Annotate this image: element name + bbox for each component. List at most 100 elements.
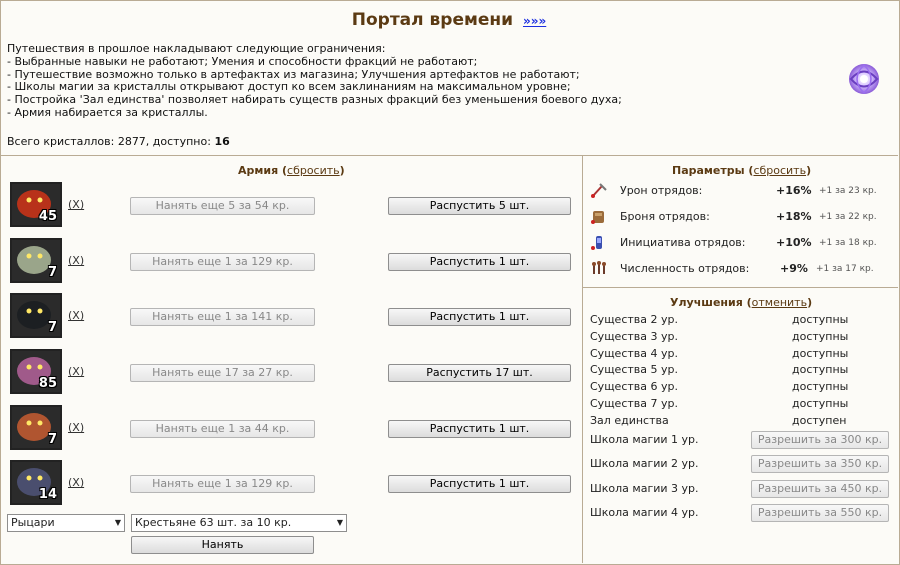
unlock-school-button[interactable]: Разрешить за 550 кр. bbox=[751, 504, 889, 522]
creature-count: 85 bbox=[38, 376, 57, 391]
upgrades-title-text: Улучшения bbox=[670, 296, 743, 309]
dismiss-button[interactable]: Распустить 17 шт. bbox=[388, 364, 571, 382]
param-row: Численность отрядов: +9% +1 за 17 кр. bbox=[590, 259, 890, 279]
params-title: Параметры (сбросить) bbox=[672, 164, 812, 177]
page-title-text: Портал времени bbox=[351, 10, 514, 30]
params-title-text: Параметры bbox=[672, 164, 745, 177]
crystal-available-count: 16 bbox=[214, 135, 230, 148]
upgrade-row: Существа 5 ур. доступны bbox=[590, 363, 890, 379]
upgrade-status: доступны bbox=[792, 363, 849, 377]
chevron-down-icon: ▼ bbox=[114, 518, 121, 527]
creature-portrait[interactable]: 45 bbox=[10, 182, 62, 227]
upgrade-row: Зал единства доступен bbox=[590, 414, 890, 430]
army-reset-link[interactable]: сбросить bbox=[287, 164, 340, 177]
param-cost-link[interactable]: +1 за 17 кр. bbox=[816, 264, 874, 274]
upgrade-label: Существа 4 ур. bbox=[590, 346, 678, 360]
param-cost-link[interactable]: +1 за 23 кр. bbox=[819, 186, 877, 196]
magic-school-label: Школа магии 4 ур. bbox=[590, 506, 699, 519]
dismiss-button[interactable]: Распустить 1 шт. bbox=[388, 420, 571, 438]
unit-select[interactable]: Крестьяне 63 шт. за 10 кр. ▼ bbox=[131, 514, 347, 532]
hire-button[interactable]: Нанять bbox=[131, 536, 314, 554]
upgrade-status: доступны bbox=[792, 380, 849, 394]
army-row: 14 (X) Нанять еще 1 за 129 кр. Распустит… bbox=[10, 460, 571, 508]
upgrade-row: Существа 4 ур. доступны bbox=[590, 347, 890, 363]
army-row: 7 (X) Нанять еще 1 за 44 кр. Распустить … bbox=[10, 405, 571, 453]
army-title: Армия (сбросить) bbox=[238, 164, 345, 177]
creature-shape bbox=[17, 246, 51, 274]
chevron-down-icon: ▼ bbox=[336, 518, 343, 527]
remove-unit-link[interactable]: (X) bbox=[68, 421, 84, 434]
dismiss-button[interactable]: Распустить 5 шт. bbox=[388, 197, 571, 215]
creature-shape bbox=[17, 413, 51, 441]
intro-line: - Армия набирается за кристаллы. bbox=[7, 105, 208, 119]
remove-unit-link[interactable]: (X) bbox=[68, 254, 84, 267]
param-label: Инициатива отрядов: bbox=[620, 236, 746, 249]
sword-icon bbox=[590, 183, 608, 199]
divider bbox=[582, 155, 583, 563]
upgrade-row: Существа 6 ур. доступны bbox=[590, 380, 890, 396]
upgrade-status: доступны bbox=[792, 397, 849, 410]
upgrade-label: Существа 7 ур. bbox=[590, 397, 678, 410]
unlock-school-button[interactable]: Разрешить за 350 кр. bbox=[751, 455, 889, 473]
upgrade-label: Зал единства bbox=[590, 413, 669, 427]
crystal-summary: Всего кристаллов: 2877, доступно: 16 bbox=[7, 135, 230, 148]
crystal-summary-label: Всего кристаллов: 2877, доступно: bbox=[7, 135, 211, 148]
upgrades-cancel-link[interactable]: отменить bbox=[752, 296, 807, 309]
soldiers-icon bbox=[590, 261, 608, 277]
params-reset-link[interactable]: сбросить bbox=[753, 164, 806, 177]
army-row: 7 (X) Нанять еще 1 за 141 кр. Распустить… bbox=[10, 293, 571, 341]
remove-unit-link[interactable]: (X) bbox=[68, 309, 84, 322]
param-label: Урон отрядов: bbox=[620, 184, 703, 197]
creature-count: 45 bbox=[38, 209, 57, 224]
potion-icon bbox=[590, 235, 608, 251]
army-row: 85 (X) Нанять еще 17 за 27 кр. Распустит… bbox=[10, 349, 571, 397]
upgrade-label: Существа 5 ур. bbox=[590, 363, 678, 377]
param-row: Инициатива отрядов: +10% +1 за 18 кр. bbox=[590, 233, 890, 253]
intro-line: Путешествия в прошлое накладывают следую… bbox=[7, 42, 386, 55]
divider bbox=[0, 155, 898, 156]
creature-count: 7 bbox=[47, 265, 57, 280]
creature-portrait[interactable]: 14 bbox=[10, 460, 62, 505]
param-row: Урон отрядов: +16% +1 за 23 кр. bbox=[590, 181, 890, 201]
dismiss-button[interactable]: Распустить 1 шт. bbox=[388, 253, 571, 271]
page-title: Портал времени »»» bbox=[0, 10, 898, 30]
dismiss-button[interactable]: Распустить 1 шт. bbox=[388, 475, 571, 493]
hire-more-button[interactable]: Нанять еще 1 за 129 кр. bbox=[130, 253, 315, 271]
upgrade-label: Существа 6 ур. bbox=[590, 380, 678, 394]
param-value: +9% bbox=[780, 262, 808, 275]
remove-unit-link[interactable]: (X) bbox=[68, 476, 84, 489]
dismiss-button[interactable]: Распустить 1 шт. bbox=[388, 308, 571, 326]
unit-select-value: Крестьяне 63 шт. за 10 кр. bbox=[135, 516, 292, 529]
hire-more-button[interactable]: Нанять еще 1 за 129 кр. bbox=[130, 475, 315, 493]
divider bbox=[582, 287, 898, 288]
intro-line: - Выбранные навыки не работают; Умения и… bbox=[7, 54, 478, 68]
creature-shape bbox=[17, 301, 51, 329]
creature-portrait[interactable]: 85 bbox=[10, 349, 62, 394]
armor-icon bbox=[590, 209, 608, 225]
magic-school-row: Школа магии 3 ур. Разрешить за 450 кр. bbox=[590, 480, 890, 498]
param-value: +10% bbox=[776, 236, 812, 249]
unlock-school-button[interactable]: Разрешить за 450 кр. bbox=[751, 480, 889, 498]
magic-school-row: Школа магии 1 ур. Разрешить за 300 кр. bbox=[590, 431, 890, 449]
hire-more-button[interactable]: Нанять еще 17 за 27 кр. bbox=[130, 364, 315, 382]
army-row: 7 (X) Нанять еще 1 за 129 кр. Распустить… bbox=[10, 238, 571, 286]
remove-unit-link[interactable]: (X) bbox=[68, 198, 84, 211]
more-link[interactable]: »»» bbox=[523, 14, 546, 28]
creature-portrait[interactable]: 7 bbox=[10, 238, 62, 283]
upgrade-status: доступен bbox=[792, 413, 847, 427]
creature-portrait[interactable]: 7 bbox=[10, 405, 62, 450]
hire-more-button[interactable]: Нанять еще 5 за 54 кр. bbox=[130, 197, 315, 215]
unlock-school-button[interactable]: Разрешить за 300 кр. bbox=[751, 431, 889, 449]
magic-school-label: Школа магии 3 ур. bbox=[590, 482, 699, 495]
hire-more-button[interactable]: Нанять еще 1 за 44 кр. bbox=[130, 420, 315, 438]
param-cost-link[interactable]: +1 за 18 кр. bbox=[819, 238, 877, 248]
hire-more-button[interactable]: Нанять еще 1 за 141 кр. bbox=[130, 308, 315, 326]
param-cost-link[interactable]: +1 за 22 кр. bbox=[819, 212, 877, 222]
remove-unit-link[interactable]: (X) bbox=[68, 365, 84, 378]
magic-school-label: Школа магии 1 ур. bbox=[590, 433, 699, 446]
creature-portrait[interactable]: 7 bbox=[10, 293, 62, 338]
faction-select[interactable]: Рыцари ▼ bbox=[7, 514, 125, 532]
portal-icon bbox=[845, 60, 883, 98]
creature-count: 14 bbox=[38, 487, 57, 502]
upgrade-status: доступны bbox=[792, 329, 849, 343]
